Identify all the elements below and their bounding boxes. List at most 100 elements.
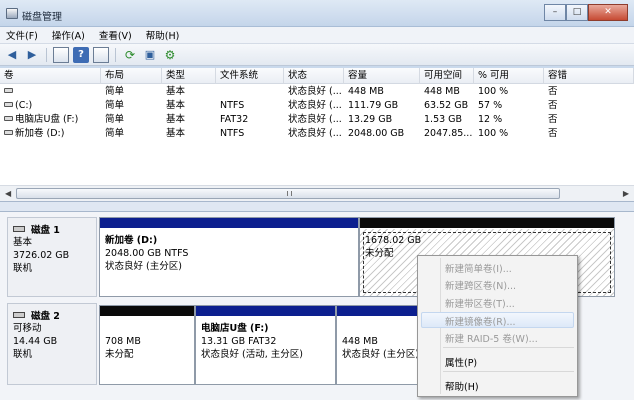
help-icon[interactable]: ? xyxy=(73,46,89,63)
grip-icon xyxy=(287,191,292,196)
scrollbar-thumb[interactable] xyxy=(16,188,560,199)
column-percent-free[interactable]: % 可用 xyxy=(474,68,544,84)
volume-icon xyxy=(4,102,13,107)
menu-help[interactable]: 帮助(H) xyxy=(146,28,180,42)
unallocated-bar xyxy=(100,306,194,316)
cell-filesystem: NTFS xyxy=(220,100,245,111)
partition-status: 未分配 xyxy=(105,349,134,360)
cell-fault-tolerance: 否 xyxy=(548,128,558,139)
menu-view[interactable]: 查看(V) xyxy=(99,28,132,42)
cell-status: 状态良好 (... xyxy=(288,128,342,139)
maximize-button[interactable]: □ xyxy=(566,4,588,21)
cell-fault-tolerance: 否 xyxy=(548,114,558,125)
menu-new-spanned-volume[interactable]: 新建跨区卷(N)... xyxy=(445,278,516,292)
unallocated-space-disk-2[interactable]: 708 MB 未分配 xyxy=(99,305,195,385)
table-row[interactable]: 新加卷 (D:) 简单 基本 NTFS 状态良好 (... 2048.00 GB… xyxy=(0,127,634,141)
partition-d[interactable]: 新加卷 (D:) 2048.00 GB NTFS 状态良好 (主分区) xyxy=(99,217,359,297)
cell-fault-tolerance: 否 xyxy=(548,86,558,97)
table-row[interactable]: (C:) 简单 基本 NTFS 状态良好 (... 111.79 GB 63.5… xyxy=(0,99,634,113)
grid-icon[interactable] xyxy=(93,46,109,63)
settings-icon[interactable]: ⚙ xyxy=(162,47,178,63)
menu-separator xyxy=(443,371,574,372)
menu-action[interactable]: 操作(A) xyxy=(52,28,85,42)
properties-icon[interactable]: ▣ xyxy=(142,47,158,63)
cell-volume: (C:) xyxy=(15,100,33,111)
menu-new-striped-volume[interactable]: 新建带区卷(T)... xyxy=(445,296,515,310)
close-button[interactable]: ✕ xyxy=(588,4,628,21)
minimize-button[interactable]: – xyxy=(544,4,566,21)
context-menu: 新建简单卷(I)... 新建跨区卷(N)... 新建带区卷(T)... 新建镜像… xyxy=(417,255,578,397)
menu-new-raid5-volume[interactable]: 新建 RAID-5 卷(W)... xyxy=(445,331,538,345)
cell-percent-free: 12 % xyxy=(478,114,503,125)
partition-f[interactable]: 电脑店U盘 (F:) 13.31 GB FAT32 状态良好 (活动, 主分区) xyxy=(195,305,336,385)
toolbar-separator xyxy=(46,47,47,62)
column-capacity[interactable]: 容量 xyxy=(344,68,420,84)
window-title: 磁盘管理 xyxy=(22,12,62,23)
primary-partition-bar xyxy=(100,218,358,228)
disk-1-size: 3726.02 GB xyxy=(13,250,70,261)
column-status[interactable]: 状态 xyxy=(284,68,344,84)
disk-2-info[interactable]: 磁盘 2 可移动 14.44 GB 联机 xyxy=(7,303,97,385)
cell-free-space: 63.52 GB xyxy=(424,100,469,111)
menu-bar: 文件(F) 操作(A) 查看(V) 帮助(H) xyxy=(0,27,634,44)
disk-1-info[interactable]: 磁盘 1 基本 3726.02 GB 联机 xyxy=(7,217,97,297)
menu-properties[interactable]: 属性(P) xyxy=(445,355,477,369)
partition-status: 状态良好 (活动, 主分区) xyxy=(201,349,303,360)
column-layout[interactable]: 布局 xyxy=(101,68,162,84)
cell-capacity: 111.79 GB xyxy=(348,100,399,111)
cell-type: 基本 xyxy=(166,86,186,97)
cell-filesystem xyxy=(216,85,284,99)
primary-partition-bar xyxy=(196,306,335,316)
cell-type: 基本 xyxy=(166,114,186,125)
disk-1-type: 基本 xyxy=(13,237,33,248)
disk-1-name: 磁盘 1 xyxy=(31,225,60,236)
menu-new-mirrored-volume[interactable]: 新建镜像卷(R)... xyxy=(445,314,516,328)
cell-status: 状态良好 (... xyxy=(288,114,342,125)
pane-splitter[interactable] xyxy=(0,201,634,212)
cell-status: 状态良好 (... xyxy=(288,100,342,111)
table-row[interactable]: 简单 基本 状态良好 (... 448 MB 448 MB 100 % 否 xyxy=(0,85,634,99)
column-type[interactable]: 类型 xyxy=(162,68,216,84)
cell-layout: 简单 xyxy=(105,100,125,111)
scroll-left-icon[interactable]: ◀ xyxy=(5,189,11,198)
cell-capacity: 13.29 GB xyxy=(348,114,393,125)
console-icon[interactable] xyxy=(53,46,69,63)
volume-list: 卷 布局 类型 文件系统 状态 容量 可用空间 % 可用 容错 简单 基本 状态… xyxy=(0,68,634,201)
partition-size: 708 MB xyxy=(105,336,141,347)
scroll-right-icon[interactable]: ▶ xyxy=(623,189,629,198)
disk-2-size: 14.44 GB xyxy=(13,336,58,347)
partition-title: 新加卷 (D:) xyxy=(105,235,158,246)
cell-percent-free: 100 % xyxy=(478,86,509,97)
menu-separator xyxy=(443,347,574,348)
cell-capacity: 448 MB xyxy=(348,86,384,97)
volume-icon xyxy=(4,116,13,121)
column-fault-tolerance[interactable]: 容错 xyxy=(544,68,634,84)
cell-filesystem: FAT32 xyxy=(220,114,249,125)
cell-volume: 电脑店U盘 (F:) xyxy=(15,114,79,125)
column-volume[interactable]: 卷 xyxy=(0,68,101,84)
disk-2-status: 联机 xyxy=(13,349,33,360)
volume-icon xyxy=(4,130,13,135)
cell-capacity: 2048.00 GB xyxy=(348,128,405,139)
disk-icon xyxy=(13,312,25,318)
table-row[interactable]: 电脑店U盘 (F:) 简单 基本 FAT32 状态良好 (... 13.29 G… xyxy=(0,113,634,127)
disk-2-type: 可移动 xyxy=(13,323,42,334)
menu-new-simple-volume[interactable]: 新建简单卷(I)... xyxy=(445,261,512,275)
column-filesystem[interactable]: 文件系统 xyxy=(216,68,284,84)
cell-fault-tolerance: 否 xyxy=(548,100,558,111)
forward-icon[interactable]: ▶ xyxy=(24,47,40,63)
cell-type: 基本 xyxy=(166,100,186,111)
refresh-icon[interactable]: ⟳ xyxy=(122,47,138,63)
disk-icon xyxy=(13,226,25,232)
menu-help[interactable]: 帮助(H) xyxy=(445,379,479,393)
partition-status: 状态良好 (主分区) xyxy=(105,261,182,272)
cell-free-space: 448 MB xyxy=(424,86,460,97)
horizontal-scrollbar[interactable]: ◀ ▶ xyxy=(0,185,634,201)
menu-file[interactable]: 文件(F) xyxy=(6,28,38,42)
cell-status: 状态良好 (... xyxy=(288,86,342,97)
cell-percent-free: 100 % xyxy=(478,128,509,139)
window-controls: – □ ✕ xyxy=(544,4,628,22)
back-icon[interactable]: ◀ xyxy=(4,47,20,63)
cell-layout: 简单 xyxy=(105,114,125,125)
column-free-space[interactable]: 可用空间 xyxy=(420,68,474,84)
